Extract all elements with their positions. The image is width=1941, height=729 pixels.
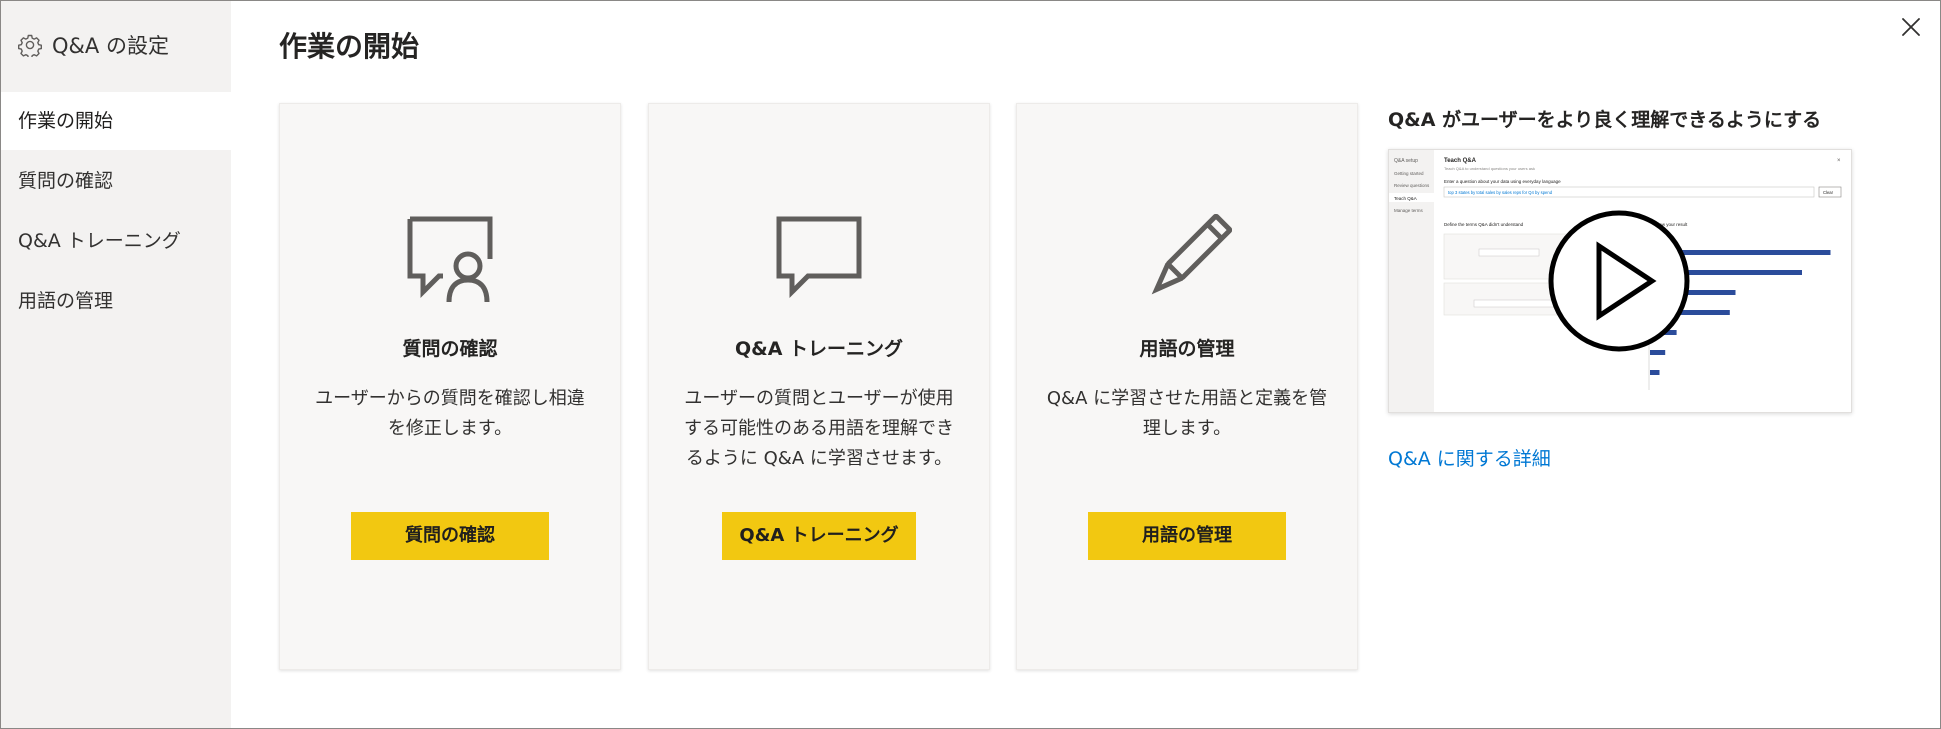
review-questions-card: 質問の確認 ユーザーからの質問を確認し相違を修正します。 質問の確認 — [279, 103, 621, 670]
sidebar-item-review-questions[interactable]: 質問の確認 — [1, 152, 231, 210]
sidebar-title: Q&A の設定 — [52, 34, 169, 58]
page-title: 作業の開始 — [279, 30, 420, 63]
thumb-nav-item: Q&A setup — [1394, 158, 1418, 164]
thumb-bar — [1650, 370, 1660, 375]
thumb-input-label: Enter a question about your data using e… — [1444, 179, 1561, 184]
video-heading: Q&A がユーザーをより良く理解できるようにする — [1388, 109, 1822, 131]
manage-terms-description: Q&A に学習させた用語と定義を管理します。 — [1046, 388, 1328, 439]
teach-qna-title: Q&A トレーニング — [734, 338, 904, 360]
thumb-input-value: top 3 states by total sales by sales rep… — [1448, 190, 1553, 195]
gear-icon — [18, 34, 42, 57]
teach-qna-card: Q&A トレーニング ユーザーの質問とユーザーが使用する可能性のある用語を理解で… — [648, 103, 990, 670]
thumb-nav-item: Review questions — [1394, 183, 1430, 188]
qna-settings-dialog: Q&A の設定 作業の開始 質問の確認 Q&A トレーニング 用語の管理 作業の… — [0, 0, 1941, 729]
teach-qna-description: ユーザーの質問とユーザーが使用する可能性のある用語を理解できるように Q&A に… — [684, 388, 954, 469]
manage-terms-button[interactable]: 用語の管理 — [1088, 512, 1286, 560]
thumb-nav-item: Getting started — [1394, 171, 1424, 176]
thumb-title: Teach Q&A — [1444, 158, 1477, 164]
review-questions-button[interactable]: 質問の確認 — [351, 512, 549, 560]
sidebar: Q&A の設定 作業の開始 質問の確認 Q&A トレーニング 用語の管理 — [1, 1, 231, 728]
review-questions-title: 質問の確認 — [402, 338, 498, 360]
manage-terms-card: 用語の管理 Q&A に学習させた用語と定義を管理します。 用語の管理 — [1016, 103, 1358, 670]
sidebar-item-getting-started[interactable]: 作業の開始 — [1, 92, 231, 150]
thumb-nav-item: Teach Q&A — [1394, 196, 1417, 201]
thumb-submit: Clear — [1823, 190, 1834, 195]
teach-qna-button[interactable]: Q&A トレーニング — [722, 512, 916, 560]
thumb-bar — [1650, 350, 1666, 355]
review-questions-description: ユーザーからの質問を確認し相違を修正します。 — [315, 388, 585, 439]
sidebar-header: Q&A の設定 — [1, 1, 231, 89]
video-thumbnail-image: Q&A setup Getting started Review questio… — [1389, 150, 1842, 412]
sidebar-nav: 作業の開始 質問の確認 Q&A トレーニング 用語の管理 — [1, 92, 231, 330]
sidebar-item-teach-qna[interactable]: Q&A トレーニング — [1, 212, 231, 270]
thumb-subtitle: Teach Q&A to understand questions your u… — [1444, 166, 1535, 171]
sidebar-item-manage-terms[interactable]: 用語の管理 — [1, 272, 231, 330]
speech-bubble-icon — [776, 216, 862, 299]
close-button[interactable] — [1897, 13, 1925, 41]
pencil-icon — [1151, 214, 1232, 295]
thumb-nav-item: Manage terms — [1394, 208, 1424, 213]
review-questions-icon — [407, 216, 493, 303]
svg-text:×: × — [1837, 158, 1841, 164]
manage-terms-title: 用語の管理 — [1139, 338, 1235, 360]
close-icon — [1902, 18, 1920, 36]
thumb-define-label: Define the terms Q&A didn't understand — [1444, 222, 1524, 227]
learn-more-link[interactable]: Q&A に関する詳細 — [1388, 444, 1551, 471]
video-thumbnail[interactable]: Q&A setup Getting started Review questio… — [1388, 149, 1852, 413]
